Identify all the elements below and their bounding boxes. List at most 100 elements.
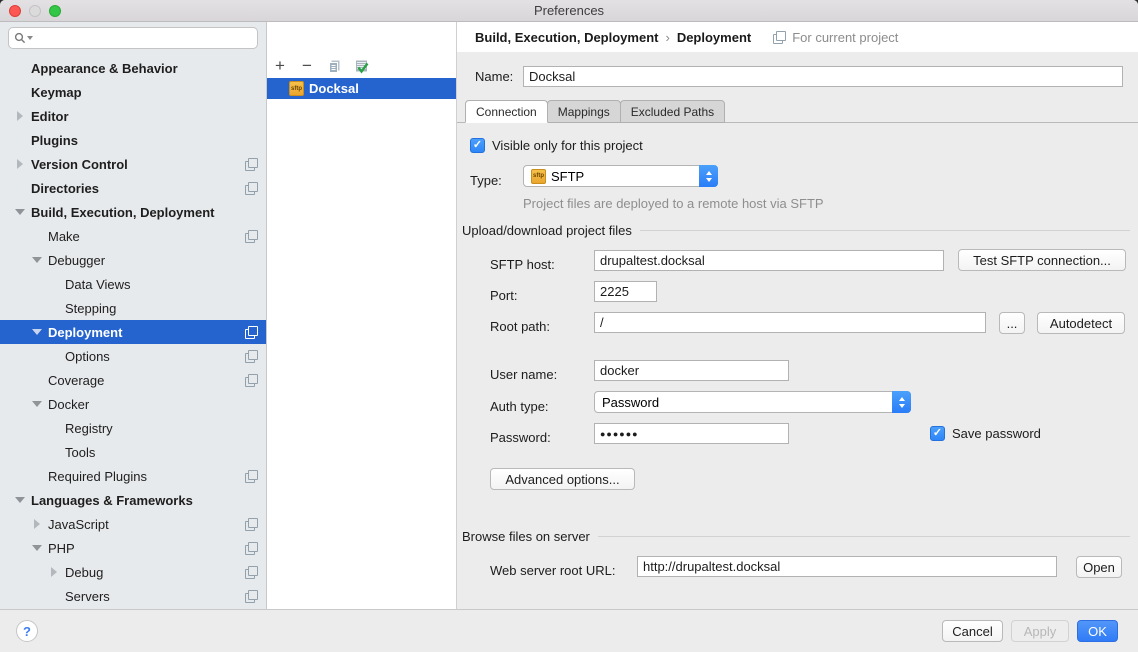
sidebar-item-debug[interactable]: Debug (0, 560, 266, 584)
browse-root-path-button[interactable]: ... (999, 312, 1025, 334)
search-input[interactable] (33, 29, 257, 47)
sidebar-item-tools[interactable]: Tools (0, 440, 266, 464)
sidebar-item-stepping[interactable]: Stepping (0, 296, 266, 320)
root-path-label: Root path: (490, 319, 550, 334)
breadcrumb: Build, Execution, Deployment › Deploymen… (457, 22, 1138, 52)
tab-excluded-paths[interactable]: Excluded Paths (620, 100, 725, 123)
chevron-expanded-icon[interactable] (31, 329, 48, 335)
sidebar-item-label: Build, Execution, Deployment (31, 205, 214, 220)
sidebar-item-data-views[interactable]: Data Views (0, 272, 266, 296)
user-name-input[interactable] (594, 360, 789, 381)
sidebar-item-build-execution-deployment[interactable]: Build, Execution, Deployment (0, 200, 266, 224)
sftp-host-input[interactable] (594, 250, 944, 271)
upload-section-header: Upload/download project files (462, 223, 1130, 238)
dialog-footer: ? Cancel Apply OK (0, 609, 1138, 652)
section-rule (640, 230, 1130, 231)
sidebar-item-make[interactable]: Make (0, 224, 266, 248)
sidebar-item-label: Tools (65, 445, 95, 460)
tab-connection[interactable]: Connection (465, 100, 548, 123)
use-as-default-icon (354, 59, 369, 74)
chevron-expanded-icon[interactable] (31, 401, 48, 407)
chevron-expanded-icon[interactable] (14, 497, 31, 503)
save-password-checkbox[interactable] (930, 426, 945, 441)
chevron-expanded-icon[interactable] (31, 545, 48, 551)
chevron-expanded-icon[interactable] (14, 209, 31, 215)
chevron-collapsed-icon[interactable] (14, 159, 31, 169)
per-project-icon (245, 542, 258, 555)
per-project-icon (245, 182, 258, 195)
open-button[interactable]: Open (1076, 556, 1122, 578)
search-icon[interactable] (14, 32, 33, 44)
per-project-icon (773, 31, 786, 44)
titlebar: Preferences (0, 0, 1138, 22)
sidebar-item-php[interactable]: PHP (0, 536, 266, 560)
autodetect-button[interactable]: Autodetect (1037, 312, 1125, 334)
sidebar-item-label: Data Views (65, 277, 131, 292)
auth-type-select[interactable]: Password (594, 391, 911, 413)
search-box[interactable] (8, 27, 258, 49)
settings-sidebar: Appearance & Behavior Keymap Editor Plugins… (0, 22, 267, 609)
scope-indicator: For current project (773, 30, 898, 45)
chevron-collapsed-icon[interactable] (14, 111, 31, 121)
sidebar-item-version-control[interactable]: Version Control (0, 152, 266, 176)
chevron-expanded-icon[interactable] (31, 257, 48, 263)
name-input[interactable] (523, 66, 1123, 87)
sidebar-item-coverage[interactable]: Coverage (0, 368, 266, 392)
sidebar-item-docker[interactable]: Docker (0, 392, 266, 416)
server-list-panel: + − sftp (267, 22, 457, 609)
sidebar-item-editor[interactable]: Editor (0, 104, 266, 128)
use-as-default-button[interactable] (353, 58, 369, 74)
sidebar-item-options[interactable]: Options (0, 344, 266, 368)
sidebar-item-label: Appearance & Behavior (31, 61, 178, 76)
sidebar-item-plugins[interactable]: Plugins (0, 128, 266, 152)
sftp-type-icon: sftp (531, 169, 546, 184)
sidebar-item-registry[interactable]: Registry (0, 416, 266, 440)
sidebar-item-deployment[interactable]: Deployment (0, 320, 266, 344)
select-stepper-icon (699, 165, 718, 187)
minimize-button[interactable] (29, 5, 41, 17)
type-description: Project files are deployed to a remote h… (523, 196, 824, 211)
sidebar-item-directories[interactable]: Directories (0, 176, 266, 200)
breadcrumb-segment[interactable]: Build, Execution, Deployment (475, 30, 658, 45)
copy-server-button[interactable] (326, 58, 342, 74)
sidebar-item-label: Editor (31, 109, 69, 124)
sidebar-item-label: Debug (65, 565, 103, 580)
name-label: Name: (475, 69, 513, 84)
type-select[interactable]: sftp SFTP (523, 165, 718, 187)
cancel-button[interactable]: Cancel (942, 620, 1003, 642)
per-project-icon (245, 470, 258, 483)
sidebar-item-label: Plugins (31, 133, 78, 148)
sidebar-item-required-plugins[interactable]: Required Plugins (0, 464, 266, 488)
sidebar-item-javascript[interactable]: JavaScript (0, 512, 266, 536)
password-input[interactable] (594, 423, 789, 444)
sidebar-item-languages-frameworks[interactable]: Languages & Frameworks (0, 488, 266, 512)
advanced-options-button[interactable]: Advanced options... (490, 468, 635, 490)
root-path-input[interactable] (594, 312, 986, 333)
sidebar-item-debugger[interactable]: Debugger (0, 248, 266, 272)
apply-button[interactable]: Apply (1011, 620, 1069, 642)
remove-server-button[interactable]: − (299, 58, 315, 74)
chevron-collapsed-icon[interactable] (48, 567, 65, 577)
sidebar-item-appearance-behavior[interactable]: Appearance & Behavior (0, 56, 266, 80)
port-input[interactable] (594, 281, 657, 302)
chevron-collapsed-icon[interactable] (31, 519, 48, 529)
section-rule (598, 536, 1130, 537)
per-project-icon (245, 518, 258, 531)
auth-type-label: Auth type: (490, 399, 549, 414)
sidebar-item-keymap[interactable]: Keymap (0, 80, 266, 104)
auth-type-value: Password (602, 395, 659, 410)
server-item-docksal[interactable]: sftp Docksal (267, 78, 456, 99)
visible-only-checkbox[interactable] (470, 138, 485, 153)
add-server-button[interactable]: + (272, 58, 288, 74)
ok-button[interactable]: OK (1077, 620, 1118, 642)
settings-tree: Appearance & Behavior Keymap Editor Plugins… (0, 56, 266, 608)
help-button[interactable]: ? (16, 620, 38, 642)
web-root-input[interactable] (637, 556, 1057, 577)
test-sftp-connection-button[interactable]: Test SFTP connection... (958, 249, 1126, 271)
zoom-button[interactable] (49, 5, 61, 17)
sidebar-item-label: Servers (65, 589, 110, 604)
tab-mappings[interactable]: Mappings (547, 100, 621, 123)
per-project-icon (245, 590, 258, 603)
close-button[interactable] (9, 5, 21, 17)
sidebar-item-servers[interactable]: Servers (0, 584, 266, 608)
